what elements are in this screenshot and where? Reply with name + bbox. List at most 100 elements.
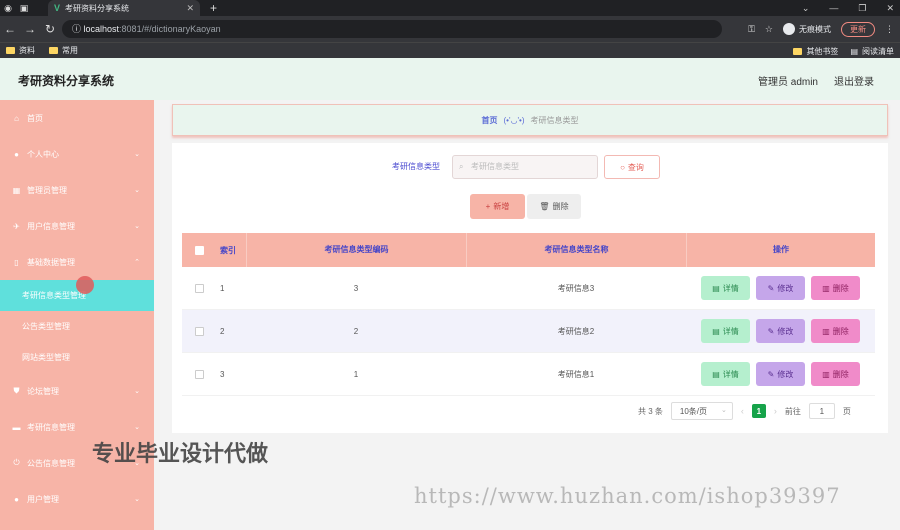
delete-button[interactable]: ▥ 删除 [811,362,860,386]
edit-label: 修改 [777,326,794,336]
detail-label: 详情 [722,369,739,379]
select-all-checkbox[interactable] [194,245,204,255]
watermark-service-text: 专业毕业设计代做 [92,442,269,467]
batch-delete-button[interactable]: 🗑 删除 [527,194,581,219]
app-title: 考研资料分享系统 [18,74,115,88]
mouse-cursor-indicator [76,276,94,294]
cell-index: 1 [220,283,225,293]
browser-menu-icon[interactable]: ◉ [0,0,16,16]
pencil-icon: ✎ [767,369,775,379]
chevron-down-icon: ⌄ [134,424,140,431]
more-icon[interactable]: ⋮ [885,24,894,35]
sidebar-item-home[interactable]: ⌂ 首页 [0,100,154,136]
row-checkbox-cell [182,326,216,336]
delete-button[interactable]: ▥ 删除 [811,276,860,300]
key-icon[interactable]: ⚿ [748,24,755,35]
row-checkbox[interactable] [194,326,204,336]
sidebar-item-basic-data[interactable]: ▯ 基础数据管理 ⌃ [0,244,154,280]
sidebar-item-admins[interactable]: ▦ 管理员管理 ⌄ [0,172,154,208]
goto-label: 前往 [784,406,801,416]
edit-button[interactable]: ✎ 修改 [756,319,805,343]
page-number-current[interactable]: 1 [751,404,766,418]
query-button[interactable]: ○ 查询 [604,155,660,179]
detail-label: 详情 [722,326,739,336]
reload-icon[interactable]: ↻ [40,22,60,36]
power-icon: ⏻ [13,458,20,467]
page-size-select[interactable]: 10条/页 ⌄ [670,402,733,420]
trash-icon: ▥ [822,326,830,336]
reading-list[interactable]: ▤ 阅读清单 [850,46,894,57]
detail-label: 详情 [722,283,739,293]
tab-favicon-icon[interactable]: ▣ [16,0,32,16]
search-icon: ⌕ [459,162,464,171]
delete-label: 删除 [832,283,849,293]
row-checkbox[interactable] [194,283,204,293]
logout-link[interactable]: 退出登录 [834,73,874,88]
chevron-down-icon: ⌄ [134,223,140,230]
detail-button[interactable]: ▤ 详情 [701,362,750,386]
chevron-down-icon: ⌄ [721,407,727,414]
cell-code: 1 [353,369,359,379]
url-host: localhost [83,24,120,34]
close-icon[interactable]: ✕ [186,3,194,14]
batch-delete-label: 删除 [552,202,569,211]
sidebar-item-forum[interactable]: ⛊ 论坛管理 ⌄ [0,373,154,409]
window-controls: ⌄ — ❐ ✕ [802,0,894,16]
user-icon: ● [14,149,19,159]
add-button[interactable]: + 新增 [470,194,525,219]
back-icon[interactable]: ← [0,22,20,36]
sidebar-item-label: 个人中心 [27,149,59,159]
restore-icon[interactable]: ❐ [858,0,866,16]
doc-icon: ▤ [712,283,720,293]
header-code[interactable]: 考研信息类型编码 [246,233,466,267]
minimize-icon[interactable]: — [829,0,838,16]
sidebar-subitem-site-type[interactable]: 网站类型管理 [0,342,154,373]
header-right: 管理员 admin 退出登录 [758,73,874,88]
sidebar-item-users-info[interactable]: ✈ 用户信息管理 ⌄ [0,208,154,244]
vue-icon: V [54,3,61,13]
forward-icon[interactable]: → [20,22,40,36]
prev-page-icon[interactable]: ‹ [741,406,744,416]
sidebar-item-label: 用户管理 [27,494,59,504]
star-icon[interactable]: ☆ [765,24,773,35]
bookmarks-right: 其他书签 ▤ 阅读清单 [793,43,894,59]
sidebar-item-label: 管理员管理 [27,185,67,195]
bookmark-folder-1[interactable]: 常用 [49,45,78,56]
sidebar-item-user-mgmt[interactable]: ● 用户管理 ⌄ [0,481,154,517]
next-page-icon[interactable]: › [774,406,777,416]
chevron-down-icon: ⌄ [134,187,140,194]
sidebar-item-profile[interactable]: ● 个人中心 ⌄ [0,136,154,172]
edit-button[interactable]: ✎ 修改 [756,362,805,386]
chevron-down-icon: ⌄ [134,496,140,503]
chevron-up-icon: ⌃ [134,259,140,266]
cell-index: 3 [220,369,225,379]
bookmark-folder-0[interactable]: 资料 [6,45,35,56]
trash-icon: ▥ [822,283,830,293]
lock-info-icon: ⓘ [72,24,84,34]
detail-button[interactable]: ▤ 详情 [701,276,750,300]
chevron-down-icon[interactable]: ⌄ [802,0,810,16]
cell-ops: ▤ 详情 ✎ 修改 ▥ 删除 [686,276,875,300]
header-name[interactable]: 考研信息类型名称 [466,233,686,267]
browser-tab[interactable]: V 考研资料分享系统 ✕ [48,0,200,16]
other-bookmarks[interactable]: 其他书签 [793,46,838,57]
row-checkbox[interactable] [194,369,204,379]
app-header: 考研资料分享系统 管理员 admin 退出登录 [0,58,900,100]
detail-button[interactable]: ▤ 详情 [701,319,750,343]
goto-page-input[interactable]: 1 [808,403,835,419]
current-user: 管理员 admin [757,77,818,88]
breadcrumb-home[interactable]: 首页 [482,115,498,126]
new-tab-button[interactable]: + [210,0,217,16]
close-window-icon[interactable]: ✕ [886,0,894,16]
url-input[interactable]: ⓘ localhost:8081/#/dictionaryKaoyan [62,20,722,38]
incognito-indicator[interactable]: 无痕模式 [783,23,831,35]
delete-button[interactable]: ▥ 删除 [811,319,860,343]
sidebar-subitem-notice-type[interactable]: 公告类型管理 [0,311,154,342]
update-button[interactable]: 更新 [841,21,875,37]
sidebar-item-label: 用户信息管理 [27,221,75,231]
folder-icon [793,47,803,55]
search-input[interactable]: ⌕ 考研信息类型 [452,155,598,179]
edit-button[interactable]: ✎ 修改 [756,276,805,300]
sidebar-item-label: 考研信息管理 [27,422,75,432]
folder-icon [49,47,58,54]
